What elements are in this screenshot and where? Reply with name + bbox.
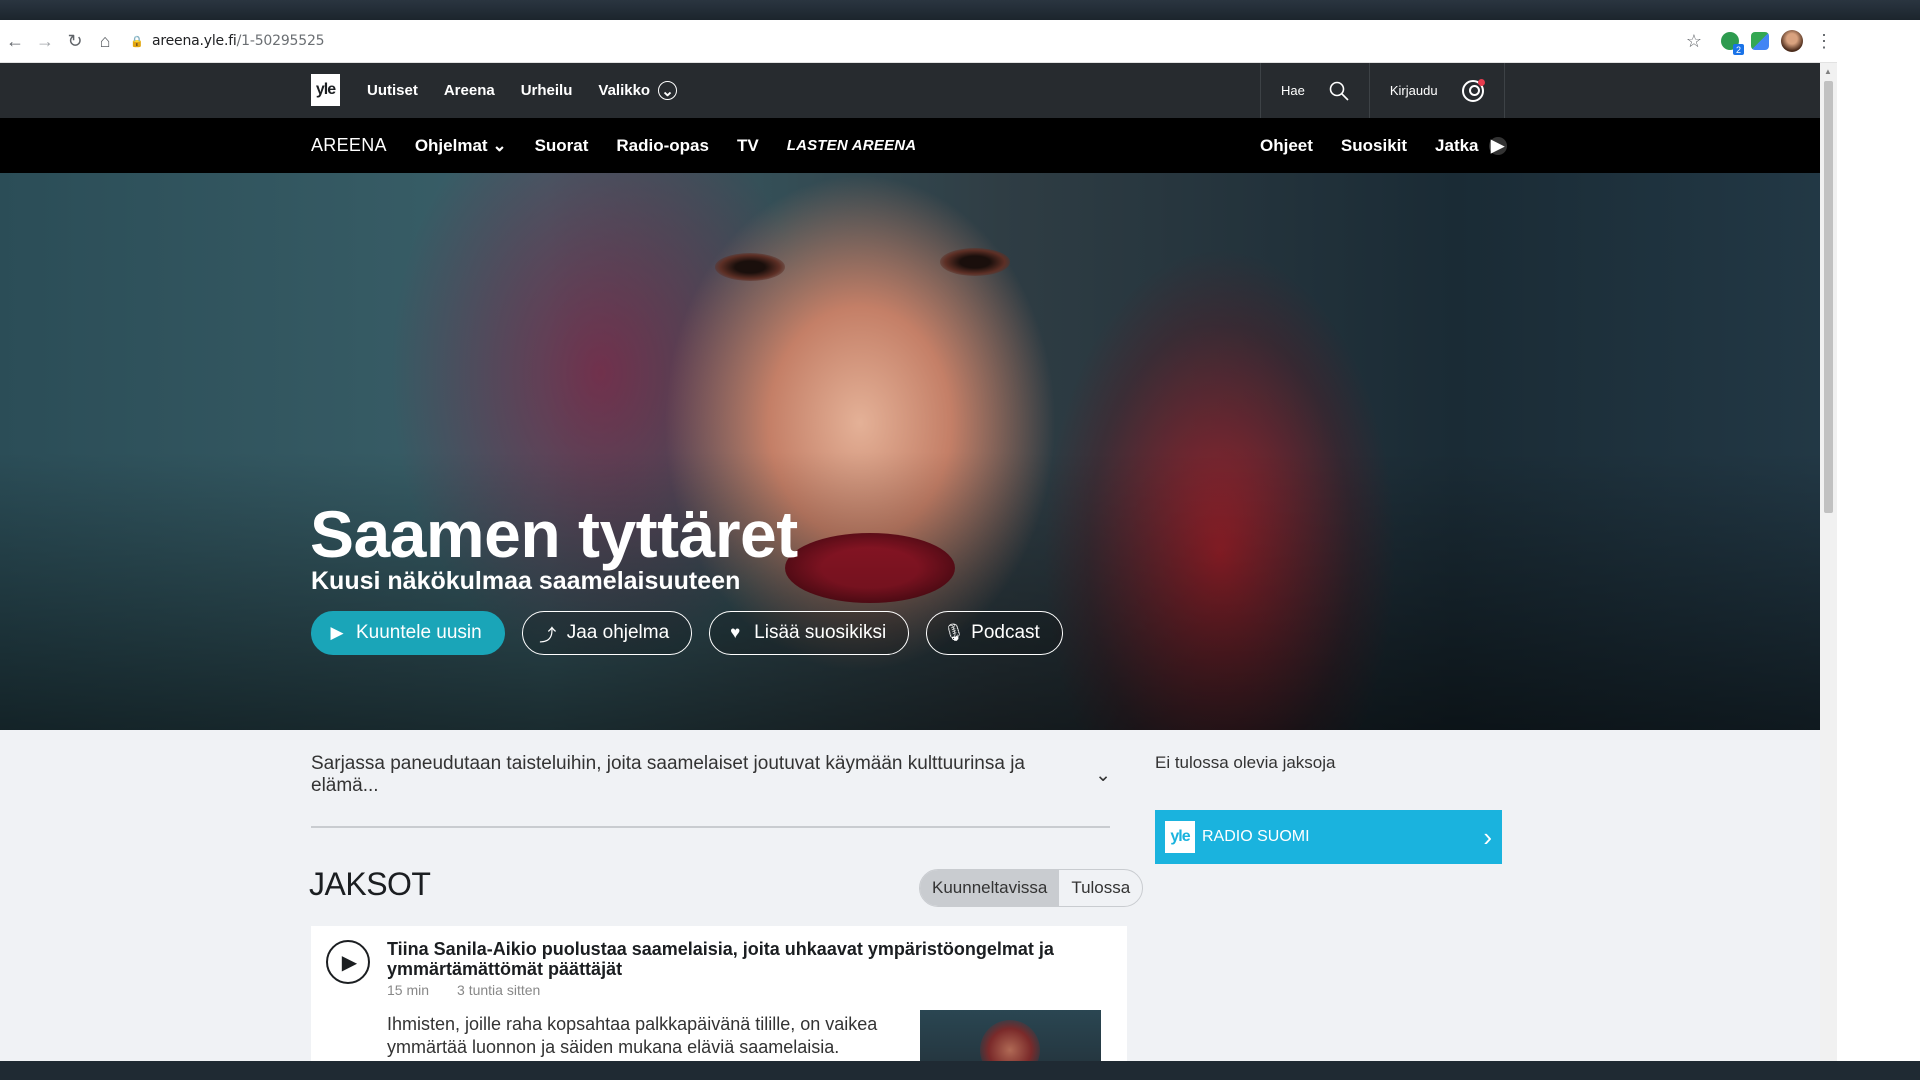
yle-logo[interactable]: yle [311, 74, 340, 106]
upcoming-episodes-note: Ei tulossa olevia jaksoja [1155, 753, 1336, 772]
notification-dot [1477, 78, 1485, 86]
browser-toolbar: ← → ↻ ⌂ 🔒 areena.yle.fi/1-50295525 ☆ 2 ⋮ [0, 20, 1837, 63]
nav-tv[interactable]: TV [737, 136, 759, 156]
add-favorite-label: Lisää suosikiksi [754, 622, 887, 643]
yle-logo: yle [1165, 821, 1195, 853]
screen-frame-bottom [0, 1061, 1920, 1080]
description-text: Sarjassa paneudutaan taisteluihin, joita… [311, 753, 1025, 796]
nav-link-urheilu[interactable]: Urheilu [521, 82, 573, 99]
hero-actions: ▶ Kuuntele uusin ⤴ Jaa ohjelma ♥ Lisää s… [311, 611, 1063, 655]
nav-ohjelmat-label: Ohjelmat [414, 135, 488, 155]
share-label: Jaa ohjelma [566, 622, 670, 643]
address-bar[interactable]: 🔒 areena.yle.fi/1-50295525 [130, 26, 1679, 56]
chevron-down-icon: ⌄ [658, 81, 678, 100]
url-host: areena.yle.fi [152, 33, 237, 49]
nav-ohjelmat[interactable]: Ohjelmat ⌄ [415, 136, 507, 156]
home-icon[interactable]: ⌂ [90, 26, 120, 56]
extension-badge: 2 [1733, 44, 1744, 55]
episode-meta: 15 min 3 tuntia sitten [387, 982, 540, 998]
areena-nav-left: AREENA Ohjelmat ⌄ Suorat Radio-opas TV L… [311, 118, 916, 173]
tab-kuunneltavissa[interactable]: Kuunneltavissa [920, 870, 1060, 906]
podcast-label: Podcast [971, 622, 1040, 643]
nav-radio-opas[interactable]: Radio-opas [616, 136, 709, 156]
chevron-down-icon: ⌄ [492, 135, 507, 155]
play-icon: ▶ [1488, 136, 1507, 155]
divider [311, 826, 1110, 828]
nav-ohjeet[interactable]: Ohjeet [1260, 136, 1313, 156]
more-menu-icon[interactable]: ⋮ [1815, 31, 1833, 52]
nav-jatka-label: Jatka [1435, 135, 1479, 155]
episode-published: 3 tuntia sitten [457, 982, 541, 998]
program-title: Saamen tyttäret [310, 497, 798, 571]
listen-latest-button[interactable]: ▶ Kuuntele uusin [311, 611, 505, 655]
share-button[interactable]: ⤴ Jaa ohjelma [521, 611, 693, 655]
back-icon[interactable]: ← [0, 26, 30, 56]
extension-icon[interactable]: 2 [1721, 32, 1744, 55]
nav-link-areena[interactable]: Areena [444, 82, 495, 99]
episode-duration: 15 min [387, 982, 430, 998]
search-button[interactable]: Hae [1260, 63, 1369, 118]
episodes-tabs: Kuunneltavissa Tulossa [919, 869, 1144, 907]
url-text: areena.yle.fi/1-50295525 [152, 33, 325, 49]
nav-suosikit[interactable]: Suosikit [1341, 136, 1407, 156]
areena-brand-link[interactable]: AREENA [311, 135, 387, 156]
yle-nav-links: Uutiset Areena Urheilu Valikko ⌄ [367, 63, 678, 118]
url-path: /1-50295525 [236, 33, 325, 49]
nav-suorat[interactable]: Suorat [535, 136, 589, 156]
episode-title[interactable]: Tiina Sanila-Aikio puolustaa saamelaisia… [387, 939, 1087, 979]
share-icon: ⤴ [539, 625, 557, 645]
listen-latest-label: Kuuntele uusin [356, 622, 482, 643]
play-icon: ▶ [330, 623, 344, 642]
chevron-down-icon[interactable]: ⌄ [1095, 764, 1111, 787]
podcast-icon: 🎙 [943, 623, 965, 642]
episode-thumbnail[interactable] [920, 1010, 1101, 1061]
scrollbar-thumb[interactable] [1824, 81, 1833, 513]
program-subtitle: Kuusi näkökulmaa saamelaisuuteen [311, 567, 741, 595]
bookmark-star-icon[interactable]: ☆ [1679, 26, 1709, 56]
chevron-right-icon: › [1483, 821, 1492, 852]
nav-lasten-areena[interactable]: LASTEN AREENA [787, 137, 917, 154]
yle-top-nav: yle Uutiset Areena Urheilu Valikko ⌄ Hae… [0, 63, 1820, 118]
valikko-menu-button[interactable]: Valikko ⌄ [598, 81, 678, 100]
program-description[interactable]: Sarjassa paneudutaan taisteluihin, joita… [311, 753, 1111, 797]
login-button[interactable]: Kirjaudu [1368, 63, 1505, 118]
channel-name: RADIO SUOMI [1202, 828, 1310, 845]
search-label: Hae [1281, 83, 1305, 98]
episodes-heading: JAKSOT [309, 866, 431, 902]
browser-actions: ☆ 2 ⋮ [1679, 26, 1833, 56]
valikko-label: Valikko [598, 82, 651, 99]
yle-nav-actions: Hae Kirjaudu [1260, 63, 1505, 118]
radio-suomi-link[interactable]: yle RADIO SUOMI › [1155, 810, 1502, 864]
web-page: yle Uutiset Areena Urheilu Valikko ⌄ Hae… [0, 63, 1820, 1061]
podcast-button[interactable]: 🎙 Podcast [926, 611, 1063, 655]
nav-jatka[interactable]: Jatka ▶ [1435, 135, 1507, 156]
areena-nav-right: Ohjeet Suosikit Jatka ▶ [1260, 118, 1507, 173]
extension-icon[interactable] [1751, 32, 1769, 50]
reload-icon[interactable]: ↻ [60, 26, 90, 56]
page-scrollbar[interactable]: ▲ [1820, 63, 1837, 1061]
nav-link-uutiset[interactable]: Uutiset [367, 82, 418, 99]
search-icon [1329, 81, 1349, 101]
areena-nav: AREENA Ohjelmat ⌄ Suorat Radio-opas TV L… [0, 118, 1820, 173]
user-icon [1461, 78, 1485, 102]
profile-avatar[interactable] [1781, 30, 1803, 52]
episode-card[interactable]: ▶ Tiina Sanila-Aikio puolustaa saamelais… [311, 926, 1127, 1061]
lock-icon: 🔒 [130, 35, 144, 48]
login-label: Kirjaudu [1389, 83, 1438, 98]
heart-icon: ♥ [730, 623, 741, 642]
play-icon[interactable]: ▶ [326, 940, 370, 984]
add-favorite-button[interactable]: ♥ Lisää suosikiksi [709, 611, 910, 655]
scroll-up-icon[interactable]: ▲ [1824, 67, 1832, 76]
screen-frame-top [0, 0, 1920, 20]
episode-description: Ihmisten, joille raha kopsahtaa palkkapä… [387, 1014, 878, 1057]
screen-frame-right [1837, 20, 1920, 1061]
tab-tulossa[interactable]: Tulossa [1059, 870, 1142, 906]
forward-icon[interactable]: → [30, 26, 60, 56]
